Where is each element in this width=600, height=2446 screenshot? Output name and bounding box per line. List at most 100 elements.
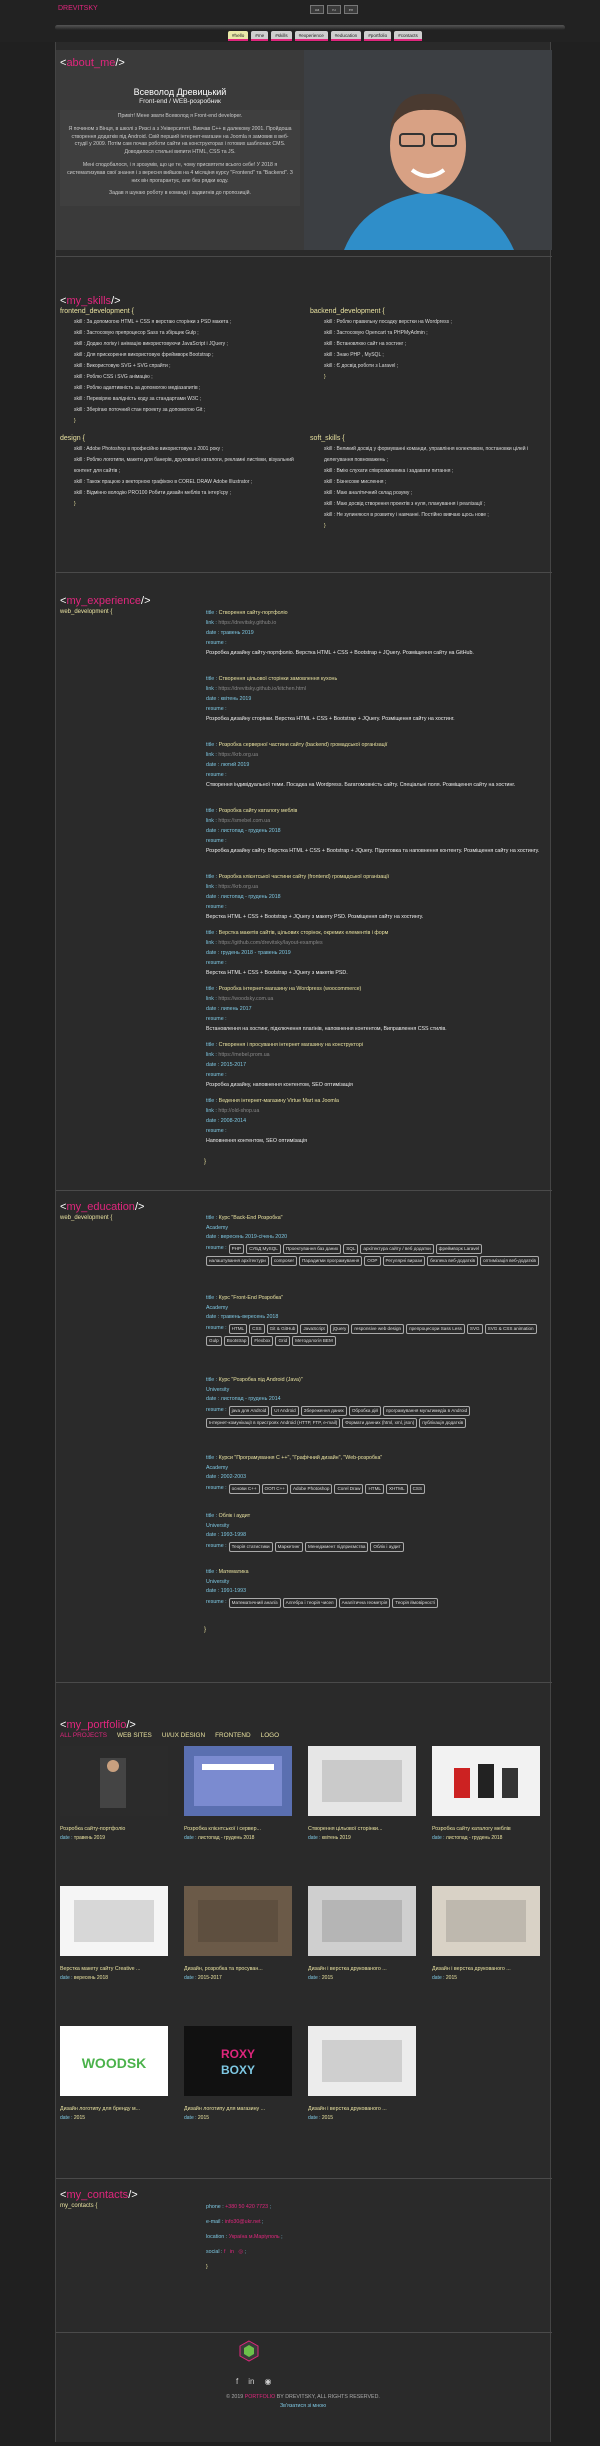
portfolio-tile[interactable]: Розробка сайту-портфоліо date : травень 2… <box>60 1746 168 1842</box>
job-link[interactable]: link : https://krb.org.ua <box>206 750 546 760</box>
portfolio-tile[interactable]: Розробка сайту каталогу меблів date : лис… <box>432 1746 540 1842</box>
job-link[interactable]: link : https://drevitsky.github.io <box>206 618 546 628</box>
filter-logo[interactable]: LOGO <box>261 1732 279 1741</box>
portfolio-tile[interactable]: Розробка клієнтської і сервер... date : л… <box>184 1746 292 1842</box>
job-link[interactable]: link : https://woodsky.com.ua <box>206 994 546 1004</box>
filter-web-sites[interactable]: WEB SITES <box>117 1732 152 1741</box>
header-divider <box>55 25 565 30</box>
job-link[interactable]: link : https://krb.org.ua <box>206 882 546 892</box>
job-title-text: Розробка клієнтської частини сайту (fron… <box>218 874 390 880</box>
portfolio-image[interactable]: WOODSK <box>60 2026 168 2096</box>
divider <box>56 1682 552 1683</box>
job-link[interactable]: link : http://old-shop.ua <box>206 1106 546 1116</box>
skill-item: skill : Для прискорення використовую фре… <box>74 352 214 358</box>
job-link-url[interactable]: https://smebel.com.ua <box>218 818 270 824</box>
portfolio-image[interactable] <box>184 1746 292 1816</box>
portfolio-image[interactable] <box>60 1746 168 1816</box>
experience-close: } <box>204 1159 207 1165</box>
edu-title-text: Курс "Back-End Розробка" <box>218 1215 283 1221</box>
job-link[interactable]: link : https://drevitsky.github.io/kitch… <box>206 684 546 694</box>
job-link-url[interactable]: https://github.com/drevitsky/layout-exam… <box>218 940 322 946</box>
job-date: date : листопад - грудень 2018 <box>206 828 281 834</box>
portfolio-caption[interactable]: Розробка сайту каталогу меблів <box>432 1826 540 1833</box>
job-link[interactable]: link : https://mebel.prom.ua <box>206 1050 546 1060</box>
contact-email[interactable]: info30@ukr.net <box>225 2219 261 2225</box>
edu-title-text: Облік і аудит <box>218 1513 251 1519</box>
tab-education[interactable]: #education <box>330 31 362 41</box>
portfolio-image[interactable] <box>60 1886 168 1956</box>
skill-item: skill : Adobe Photoshop в професійно вик… <box>74 446 223 452</box>
portfolio-date: date : 2015 <box>308 1975 334 1982</box>
job-link-url[interactable]: https://drevitsky.github.io <box>218 620 276 626</box>
job-resume: resume : Розробка дизайну сайту. Верстка… <box>206 838 540 854</box>
portfolio-caption[interactable]: Дизайн і верстка друкованого ... <box>308 2106 416 2113</box>
tab-portfolio[interactable]: #portfolio <box>364 31 392 41</box>
portfolio-tile[interactable]: WOODSK Дизайн логотипу для бренду м... dat… <box>60 2026 168 2122</box>
edu-date-text: листопад - грудень 2014 <box>220 1396 281 1402</box>
portfolio-tile[interactable]: Дизайн і верстка друкованого ... date : 2… <box>432 1886 540 1982</box>
facebook-icon[interactable]: f <box>236 2377 238 2388</box>
github-icon[interactable]: ◉ <box>264 2377 271 2388</box>
portfolio-caption[interactable]: Розробка клієнтської і сервер... <box>184 1826 292 1833</box>
portfolio-caption[interactable]: Дизайн, розробка та просуван... <box>184 1966 292 1973</box>
skill-item: skill : Використовую SVG + SVG спрайти ; <box>74 363 171 369</box>
contact-phone[interactable]: +380 50 420 7723 <box>225 2204 268 2210</box>
job-link-url[interactable]: https://mebel.prom.ua <box>218 1052 269 1058</box>
education-item: title : Курс "Front-End Розробка" Academy… <box>206 1294 546 1346</box>
edu-skills: resume : Математичний аналіз Алгебра і те… <box>206 1597 546 1608</box>
portfolio-caption[interactable]: Дизайн логотипу для магазину ... <box>184 2106 292 2113</box>
job-link-url[interactable]: https://woodsky.com.ua <box>218 996 273 1002</box>
lang-ua[interactable]: ua <box>310 5 324 14</box>
skill-item: skill : Великий досвід у формуванні кома… <box>324 446 529 463</box>
nav-tabs: #hello #me #skills #experience #educatio… <box>228 31 422 41</box>
portfolio-tile[interactable]: Створення цільової сторінки... date : кві… <box>308 1746 416 1842</box>
job-link-url[interactable]: http://old-shop.ua <box>218 1108 259 1114</box>
experience-heading: <my_experience/> <box>60 595 151 607</box>
portfolio-tile[interactable]: ROXY BOXY Дизайн логотипу для магазину ...… <box>184 2026 292 2122</box>
portfolio-caption[interactable]: Розробка сайту-портфоліо <box>60 1826 168 1833</box>
lang-ru[interactable]: ru <box>327 5 341 14</box>
portfolio-tile[interactable]: Дизайн, розробка та просуван... date : 20… <box>184 1886 292 1982</box>
portfolio-image[interactable] <box>432 1746 540 1816</box>
portfolio-tile[interactable]: Дизайн і верстка друкованого ... date : 2… <box>308 2026 416 2122</box>
portfolio-caption[interactable]: Створення цільової сторінки... <box>308 1826 416 1833</box>
portfolio-caption[interactable]: Дизайн і верстка друкованого ... <box>432 1966 540 1973</box>
job-link-url[interactable]: https://krb.org.ua <box>218 752 258 758</box>
portfolio-caption[interactable]: Верстка макету сайту Creative ... <box>60 1966 168 1973</box>
portfolio-image[interactable] <box>432 1886 540 1956</box>
contact-social-icons[interactable]: f in ◎ <box>224 2249 243 2255</box>
portfolio-image[interactable] <box>308 1886 416 1956</box>
filter-frontend[interactable]: FRONTEND <box>215 1732 251 1741</box>
tab-experience[interactable]: #experience <box>294 31 328 41</box>
tab-skills[interactable]: #skills <box>271 31 292 41</box>
tab-hello[interactable]: #hello <box>228 31 249 41</box>
filter-uiux[interactable]: UI/UX DESIGN <box>162 1732 205 1741</box>
job-resume: resume : Верстка HTML + CSS + Bootstrap … <box>206 904 424 920</box>
portfolio-tile[interactable]: Верстка макету сайту Creative ... date : … <box>60 1886 168 1982</box>
skill-chip: Маркетинг <box>274 1541 303 1552</box>
portfolio-image[interactable] <box>308 2026 416 2096</box>
job-link[interactable]: link : https://github.com/drevitsky/layo… <box>206 938 546 948</box>
skill-chip: Формати данних (html, xml, json) <box>342 1417 418 1428</box>
portfolio-caption[interactable]: Дизайн логотипу для бренду м... <box>60 2106 168 2113</box>
tab-me[interactable]: #me <box>251 31 269 41</box>
job-link-url[interactable]: https://krb.org.ua <box>218 884 258 890</box>
portfolio-image[interactable]: ROXY BOXY <box>184 2026 292 2096</box>
filter-all[interactable]: ALL PROJECTS <box>60 1732 107 1741</box>
job-link-url[interactable]: https://drevitsky.github.io/kitchen.html <box>218 686 306 692</box>
footer-contact-link[interactable]: Зв'язатися зі мною <box>280 2403 326 2409</box>
linkedin-icon[interactable]: in <box>248 2377 254 2388</box>
lang-en[interactable]: en <box>344 5 358 14</box>
edu-title: title : Математика <box>206 1569 249 1575</box>
brand-logo[interactable]: DREVITSKY <box>58 4 98 13</box>
tab-contacts[interactable]: #contacts <box>394 31 422 41</box>
portfolio-image[interactable] <box>184 1886 292 1956</box>
footer-logo-icon[interactable] <box>238 2340 260 2362</box>
portfolio-image[interactable] <box>308 1746 416 1816</box>
job-resume-text: Розробка дизайну сторінки. Верстка HTML … <box>206 716 455 722</box>
edu-date-text: 1991-1993 <box>220 1588 247 1594</box>
portfolio-tile[interactable]: Дизайн і верстка друкованого ... date : 2… <box>308 1886 416 1982</box>
job-link[interactable]: link : https://smebel.com.ua <box>206 816 546 826</box>
portfolio-caption[interactable]: Дизайн і верстка друкованого ... <box>308 1966 416 1973</box>
job-title: title : Створення цільової сторінки замо… <box>206 676 338 682</box>
